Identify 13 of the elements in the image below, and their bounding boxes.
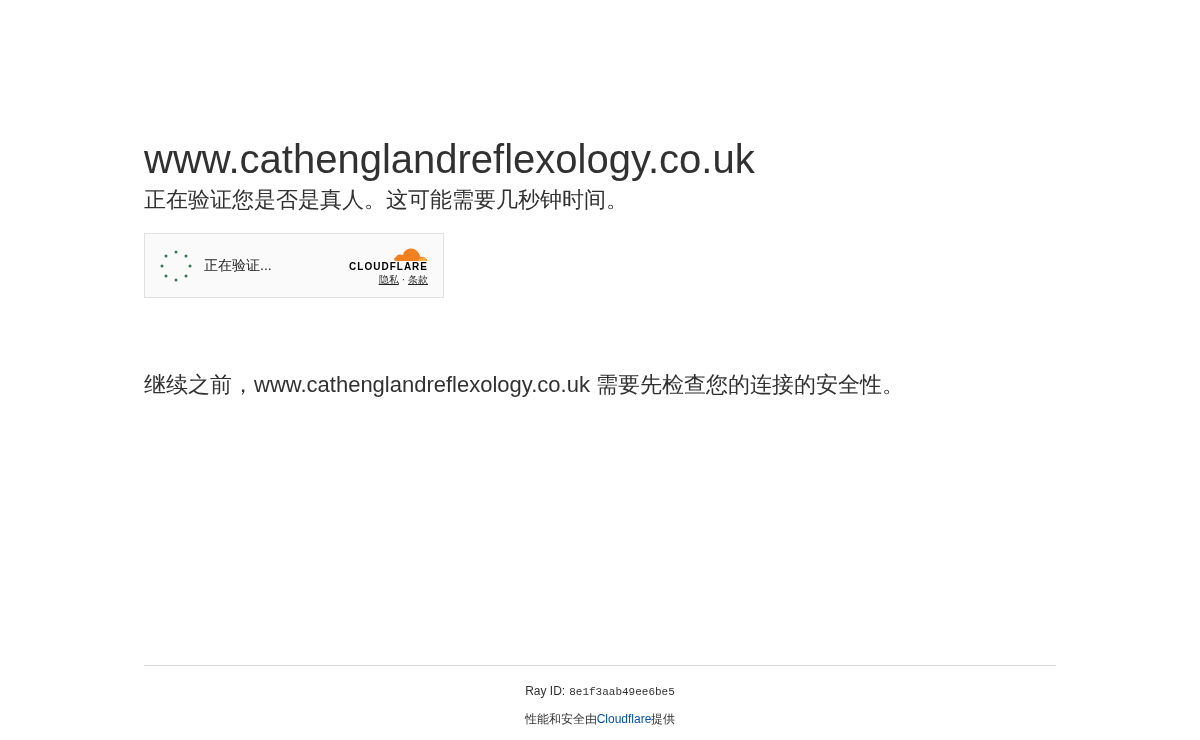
security-message: 继续之前，www.cathenglandreflexology.co.uk 需要先检查您的连接的安全性。 [144,371,904,399]
ray-id-label: Ray ID: [525,682,566,700]
status-text: 正在验证... [204,256,272,275]
spinner-icon [160,249,192,282]
ray-id: 8e1f3aab49ee6be5 [569,684,675,700]
verification-notice: 正在验证您是否是真人。这可能需要几秒钟时间。 [144,186,628,214]
cloudflare-link[interactable]: Cloudflare [596,712,652,726]
terms-link[interactable]: 条款 [408,274,428,286]
separator: · [401,274,405,286]
privacy-link[interactable]: 隐私 [378,274,399,286]
credit-text: 性能和安全由Cloudflare提供 [524,711,676,728]
page-heading: www.cathenglandreflexology.co.uk [144,136,755,183]
brand-wordmark: CLOUDFLARE [349,261,428,273]
